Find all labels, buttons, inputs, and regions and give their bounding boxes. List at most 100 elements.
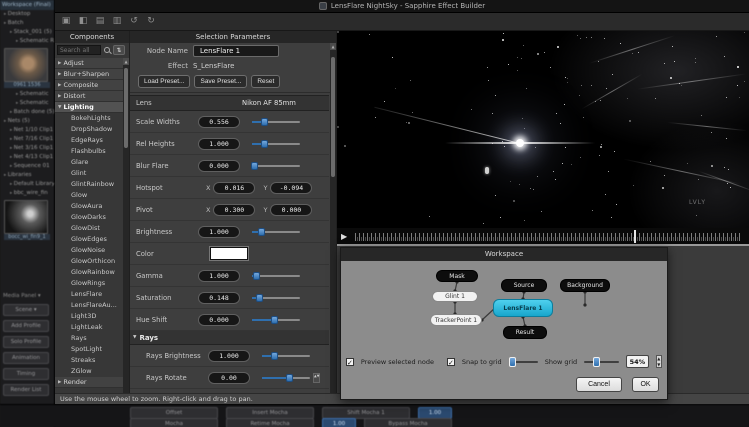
node-lensflare-1[interactable]: LensFlare 1 <box>493 299 553 317</box>
param-slider[interactable] <box>252 139 300 149</box>
param-slider[interactable] <box>252 227 300 237</box>
param-value-field[interactable]: 0.556 <box>198 116 240 128</box>
param-y-field[interactable]: -0.094 <box>270 182 312 194</box>
new-icon[interactable]: ▣ <box>60 15 72 28</box>
open-icon[interactable]: ◧ <box>77 15 89 28</box>
background-tree-item[interactable]: ▸ Nets (5) <box>0 117 54 126</box>
slider-knob[interactable] <box>253 272 260 280</box>
component-spotlight[interactable]: SpotLight <box>55 344 123 355</box>
components-scrollbar[interactable]: ▲ <box>123 58 129 393</box>
component-glowdist[interactable]: GlowDist <box>55 223 123 234</box>
parameters-scrollbar[interactable]: ▲ <box>330 43 336 393</box>
component-lensflareau[interactable]: LensFlareAu... <box>55 300 123 311</box>
scrollbar-thumb[interactable] <box>331 57 335 177</box>
param-value-field[interactable]: 1.000 <box>198 138 240 150</box>
value-stepper[interactable]: ▲▼ <box>313 373 320 383</box>
param-value-field[interactable]: 0.000 <box>198 160 240 172</box>
snap-to-grid-checkbox[interactable]: ✓ <box>447 358 455 366</box>
component-bokehlights[interactable]: BokehLights <box>55 113 123 124</box>
component-lensflare[interactable]: LensFlare <box>55 289 123 300</box>
param-lens-row[interactable]: LensNikon AF 85mm <box>130 95 329 111</box>
param-value-field[interactable]: 0.148 <box>198 292 240 304</box>
background-tree-item[interactable]: ▸ Sequence 01 <box>0 162 54 171</box>
background-button-scene[interactable]: Scene ▾ <box>3 304 49 316</box>
color-swatch[interactable] <box>210 247 248 260</box>
preview-selected-node-checkbox[interactable]: ✓ <box>346 358 354 366</box>
component-lightleak[interactable]: LightLeak <box>55 322 123 333</box>
component-glownoise[interactable]: GlowNoise <box>55 245 123 256</box>
background-tree-item[interactable]: ▸ Libraries <box>0 171 54 180</box>
component-rays[interactable]: Rays <box>55 333 123 344</box>
category-lighting[interactable]: ▼Lighting <box>55 102 123 113</box>
scroll-up-icon[interactable]: ▲ <box>123 58 129 65</box>
zoom-stepper[interactable]: ▲▼ <box>656 355 662 368</box>
save-icon[interactable]: ▤ <box>94 15 106 28</box>
play-button[interactable]: ▶ <box>341 232 347 242</box>
component-edgerays[interactable]: EdgeRays <box>55 135 123 146</box>
component-zglow[interactable]: ZGlow <box>55 366 123 377</box>
node-source[interactable]: Source <box>501 279 547 292</box>
save-as-icon[interactable]: ▥ <box>111 15 123 28</box>
background-tree-item[interactable]: ▸ Desktop <box>0 10 54 19</box>
node-mask[interactable]: Mask <box>436 270 478 282</box>
param-value-field[interactable]: 1.000 <box>198 270 240 282</box>
background-tree-item[interactable]: ▸ Batch done (5) <box>0 108 54 117</box>
background-tree-item[interactable]: ▸ bbc_wire_fin <box>0 189 54 198</box>
background-button-mocha[interactable]: Mocha <box>130 418 218 427</box>
background-workspace-tab[interactable]: Workspace (Final) <box>0 0 54 10</box>
redo-icon[interactable]: ↻ <box>145 15 157 28</box>
background-button-solo-profile[interactable]: Solo Profile <box>3 336 49 348</box>
param-slider[interactable] <box>252 293 300 303</box>
category-distort[interactable]: ▶Distort <box>55 91 123 102</box>
category-adjust[interactable]: ▶Adjust <box>55 58 123 69</box>
save-preset-button[interactable]: Save Preset... <box>194 75 247 88</box>
param-slider[interactable] <box>252 161 300 171</box>
background-tree-item[interactable]: ▸ Net 1/10 Clip1 <box>0 126 54 135</box>
timeline-ticks[interactable] <box>355 233 741 241</box>
param-slider[interactable] <box>262 351 310 361</box>
param-x-field[interactable]: 0.016 <box>213 182 255 194</box>
node-trackerpoint-1[interactable]: TrackerPoint 1 <box>430 314 482 326</box>
background-button-retime-mocha[interactable]: Retime Mocha <box>226 418 314 427</box>
component-dropshadow[interactable]: DropShadow <box>55 124 123 135</box>
workspace-title[interactable]: Workspace <box>341 248 667 261</box>
background-tree-item[interactable]: ▸ Schematic <box>0 90 54 99</box>
param-slider[interactable] <box>262 373 310 383</box>
background-button-add-profile[interactable]: Add Profile <box>3 320 49 332</box>
node-glint-1[interactable]: Glint 1 <box>432 291 478 302</box>
background-button-bypass-mocha[interactable]: Bypass Mocha <box>364 418 452 427</box>
category-render[interactable]: ▶Render <box>55 377 123 388</box>
background-button-render-list[interactable]: Render List <box>3 384 49 396</box>
component-glint[interactable]: Glint <box>55 168 123 179</box>
param-x-field[interactable]: 0.300 <box>213 204 255 216</box>
slider-knob[interactable] <box>258 228 265 236</box>
node-result[interactable]: Result <box>503 326 547 339</box>
component-glare[interactable]: Glare <box>55 157 123 168</box>
param-value-field[interactable]: 0.00 <box>208 372 250 384</box>
reset-button[interactable]: Reset <box>251 75 280 88</box>
component-glowedges[interactable]: GlowEdges <box>55 234 123 245</box>
background-button-1-00[interactable]: 1.00 <box>322 418 356 427</box>
slider-knob[interactable] <box>256 294 263 302</box>
category-blur-sharpen[interactable]: ▶Blur+Sharpen <box>55 69 123 80</box>
param-slider[interactable] <box>252 117 300 127</box>
component-glow[interactable]: Glow <box>55 190 123 201</box>
slider-knob[interactable] <box>251 162 258 170</box>
component-glowrainbow[interactable]: GlowRainbow <box>55 267 123 278</box>
title-bar[interactable]: LensFlare NightSky - Sapphire Effect Bui… <box>55 0 749 13</box>
component-streaks[interactable]: Streaks <box>55 355 123 366</box>
param-value-field[interactable]: 0.000 <box>198 314 240 326</box>
node-background[interactable]: Background <box>560 279 610 292</box>
slider-knob[interactable] <box>261 118 268 126</box>
component-glowaura[interactable]: GlowAura <box>55 201 123 212</box>
undo-icon[interactable]: ↺ <box>128 15 140 28</box>
param-slider[interactable] <box>252 315 300 325</box>
search-input[interactable] <box>57 45 101 55</box>
background-button-timing[interactable]: Timing <box>3 368 49 380</box>
zoom-level-select[interactable]: 54% <box>626 355 648 368</box>
ok-button[interactable]: OK <box>632 377 659 392</box>
background-tree-item[interactable]: ▸ Schematic <box>0 99 54 108</box>
component-glowrings[interactable]: GlowRings <box>55 278 123 289</box>
component-flashbulbs[interactable]: Flashbulbs <box>55 146 123 157</box>
preview-pane[interactable]: LVLY <box>337 31 749 228</box>
